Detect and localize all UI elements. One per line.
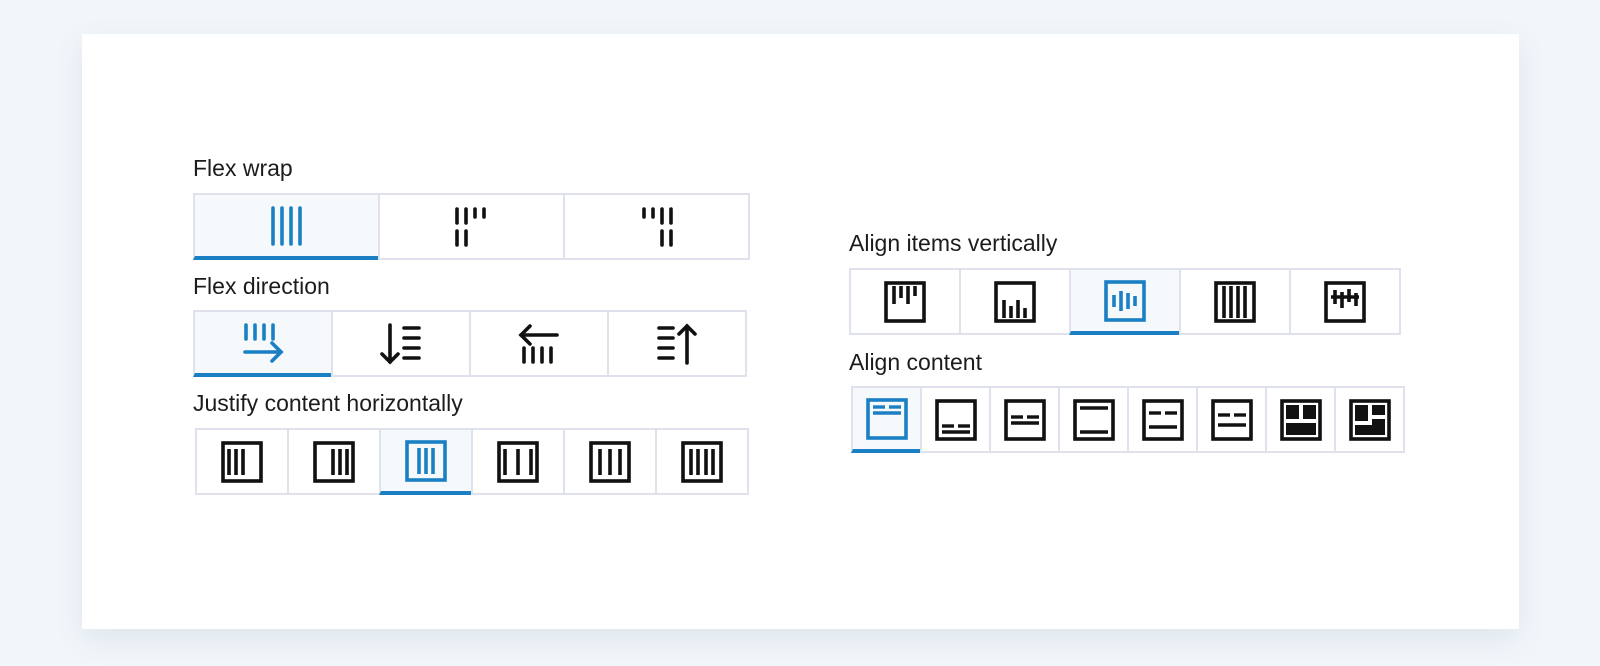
align-items-end-icon bbox=[994, 280, 1036, 323]
flex-direction-option-row[interactable] bbox=[193, 310, 333, 377]
flex-wrap-reverse-icon bbox=[641, 206, 673, 247]
flex-direction-option-column-reverse[interactable] bbox=[607, 310, 747, 377]
flex-direction-label: Flex direction bbox=[193, 273, 330, 299]
justify-end-icon bbox=[313, 440, 355, 483]
direction-column-icon bbox=[380, 322, 421, 365]
justify-option-start[interactable] bbox=[195, 428, 289, 495]
align-content-end-icon bbox=[934, 398, 977, 441]
align-content-space-evenly-icon bbox=[1210, 398, 1253, 441]
align-items-stretch-icon bbox=[1214, 280, 1256, 323]
align-content-option-space-between[interactable] bbox=[1058, 386, 1129, 453]
justify-option-space-around[interactable] bbox=[563, 428, 657, 495]
justify-space-evenly-icon bbox=[681, 440, 723, 483]
justify-space-between-icon bbox=[497, 440, 539, 483]
align-content-option-start[interactable] bbox=[851, 386, 922, 453]
flex-wrap-option-wrap[interactable] bbox=[378, 193, 565, 260]
align-items-option-center[interactable] bbox=[1069, 268, 1181, 335]
align-content-control bbox=[851, 386, 1405, 453]
flex-direction-option-column[interactable] bbox=[331, 310, 471, 377]
align-items-center-icon bbox=[1104, 279, 1146, 322]
align-items-baseline-icon bbox=[1324, 280, 1366, 323]
align-content-space-between-icon bbox=[1072, 398, 1115, 441]
flex-direction-control bbox=[193, 310, 747, 377]
settings-card: Flex wrap Flex direction Justify content… bbox=[82, 34, 1519, 629]
align-content-space-around-icon bbox=[1141, 398, 1184, 441]
direction-row-icon bbox=[243, 322, 284, 363]
align-content-masonry-icon bbox=[1348, 398, 1391, 441]
align-content-start-icon bbox=[865, 397, 908, 440]
direction-row-reverse-icon bbox=[518, 323, 559, 364]
flex-wrap-option-wrap-reverse[interactable] bbox=[563, 193, 750, 260]
align-items-option-start[interactable] bbox=[849, 268, 961, 335]
align-content-stretch-icon bbox=[1279, 398, 1322, 441]
align-content-label: Align content bbox=[849, 349, 982, 375]
justify-option-center[interactable] bbox=[379, 428, 473, 495]
justify-option-space-between[interactable] bbox=[471, 428, 565, 495]
flex-direction-option-row-reverse[interactable] bbox=[469, 310, 609, 377]
align-content-option-center[interactable] bbox=[989, 386, 1060, 453]
align-items-option-baseline[interactable] bbox=[1289, 268, 1401, 335]
direction-column-reverse-icon bbox=[657, 322, 697, 365]
align-content-option-space-evenly[interactable] bbox=[1196, 386, 1267, 453]
justify-center-icon bbox=[405, 439, 447, 482]
justify-content-label: Justify content horizontally bbox=[193, 390, 463, 416]
align-content-option-space-around[interactable] bbox=[1127, 386, 1198, 453]
align-items-start-icon bbox=[884, 280, 926, 323]
justify-space-around-icon bbox=[589, 440, 631, 483]
align-content-option-masonry[interactable] bbox=[1334, 386, 1405, 453]
flex-wrap-control bbox=[193, 193, 750, 260]
justify-option-space-evenly[interactable] bbox=[655, 428, 749, 495]
flex-nowrap-icon bbox=[270, 205, 302, 246]
align-items-label: Align items vertically bbox=[849, 230, 1058, 256]
justify-start-icon bbox=[221, 440, 263, 483]
flex-wrap-option-nowrap[interactable] bbox=[193, 193, 380, 260]
flex-wrap-label: Flex wrap bbox=[193, 155, 293, 181]
align-content-option-stretch[interactable] bbox=[1265, 386, 1336, 453]
align-content-center-icon bbox=[1003, 398, 1046, 441]
justify-content-control bbox=[195, 428, 749, 495]
align-content-option-end[interactable] bbox=[920, 386, 991, 453]
flex-wrap-icon bbox=[454, 206, 486, 247]
justify-option-end[interactable] bbox=[287, 428, 381, 495]
align-items-option-stretch[interactable] bbox=[1179, 268, 1291, 335]
align-items-control bbox=[849, 268, 1401, 335]
align-items-option-end[interactable] bbox=[959, 268, 1071, 335]
